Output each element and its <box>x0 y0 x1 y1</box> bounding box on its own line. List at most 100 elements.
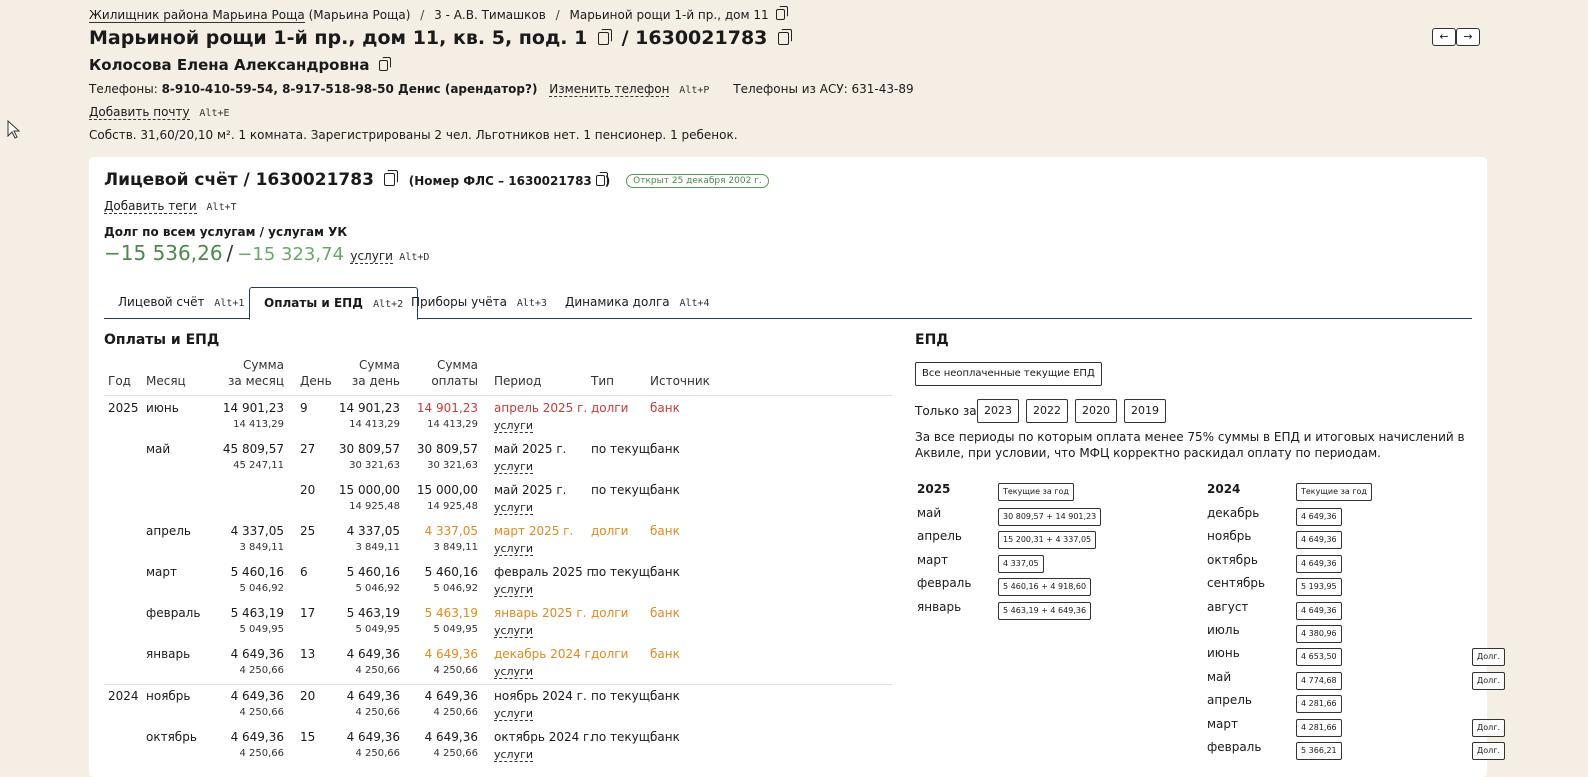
epd-month-button[interactable]: 4 649,36 <box>1296 554 1342 573</box>
cell-sum-day: 14 901,23 <box>338 401 400 415</box>
cell-sum-month: 5 463,19 <box>230 606 284 620</box>
epd-month-button[interactable]: 5 460,16 + 4 918,60 <box>998 578 1092 597</box>
epd-month-button[interactable]: 4 337,05 <box>998 554 1044 573</box>
cell-day: 6 <box>300 565 308 579</box>
cell-sum-day-uk: 4 250,66 <box>355 707 400 718</box>
year-button-2023[interactable]: 2023 <box>977 399 1019 423</box>
unpaid-epd-button[interactable]: Все неоплаченные текущие ЕПД <box>915 362 1102 386</box>
cell-sum-day: 5 460,16 <box>346 565 400 579</box>
cell-sum-month: 5 460,16 <box>230 565 284 579</box>
cell-type: по текущ. <box>591 689 654 703</box>
epd-month-button[interactable]: 4 653,50 <box>1296 648 1342 667</box>
debt-values: −15 536,26/−15 323,74 услуги Alt+D <box>104 241 429 265</box>
cell-services-link[interactable]: услуги <box>494 707 534 721</box>
year-button-2020[interactable]: 2020 <box>1075 399 1117 423</box>
cell-sum-month: 4 337,05 <box>230 524 284 538</box>
epd-month-label: июль <box>1207 623 1240 637</box>
epd-month-button[interactable]: 5 366,21 <box>1296 742 1342 760</box>
cell-period: январь 2025 г. <box>494 606 587 620</box>
epd-month-label: март <box>917 552 949 567</box>
fls-number: (Номер ФЛС – 1630021783) <box>409 172 610 188</box>
breadcrumb-building[interactable]: Марьиной рощи 1-й пр., дом 11 <box>569 8 768 22</box>
cell-sum-pay: 30 809,57 <box>416 442 478 456</box>
epd-year-column: 2024 Текущие за год декабрь 4 649,36 ноябр… <box>1207 482 1506 760</box>
copy-icon[interactable] <box>378 57 391 71</box>
epd-month-label: январь <box>917 599 962 614</box>
cell-month: январь <box>146 647 191 661</box>
phones-line: Телефоны: 8-910-410-59-54, 8-917-518-98-… <box>89 82 914 97</box>
copy-icon[interactable] <box>595 172 608 186</box>
prev-button[interactable]: ← <box>1432 28 1456 46</box>
epd-month-label: апрель <box>917 529 962 544</box>
copy-icon[interactable] <box>598 29 612 45</box>
next-button[interactable]: → <box>1456 28 1480 46</box>
cell-sum-month: 45 809,57 <box>222 442 284 456</box>
change-phone-link[interactable]: Изменить телефон <box>549 82 670 97</box>
col-sum-pay-line1: Сумма <box>437 358 478 372</box>
current-year-button[interactable]: Текущие за год <box>1296 483 1372 501</box>
cell-services-link[interactable]: услуги <box>494 460 534 474</box>
cell-services-link[interactable]: услуги <box>494 624 534 638</box>
year-button-2019[interactable]: 2019 <box>1124 399 1166 423</box>
epd-note: За все периоды по которым оплата менее 7… <box>915 430 1465 460</box>
cell-month: май <box>146 442 171 456</box>
epd-month-button[interactable]: 4 649,36 <box>1296 531 1342 550</box>
epd-month-button[interactable]: 4 281,66 <box>1296 718 1342 737</box>
epd-month-button[interactable]: 5 193,95 <box>1296 578 1342 597</box>
cell-sum-month: 4 649,36 <box>230 647 284 661</box>
cell-services-link[interactable]: услуги <box>494 501 534 515</box>
cell-month: июнь <box>146 401 179 415</box>
cell-sum-pay-uk: 5 049,95 <box>433 624 478 635</box>
tab-account[interactable]: Лицевой счёт Alt+1 <box>104 287 258 317</box>
breadcrumb-manager[interactable]: 3 - А.В. Тимашков <box>434 8 546 22</box>
year-button-2022[interactable]: 2022 <box>1026 399 1068 423</box>
copy-icon[interactable] <box>383 170 398 186</box>
epd-month-label: февраль <box>1207 740 1262 754</box>
cell-services-link[interactable]: услуги <box>494 583 534 597</box>
epd-month-button[interactable]: 4 281,66 <box>1296 695 1342 714</box>
debt-button[interactable]: Долг. <box>1472 718 1506 737</box>
debt-button[interactable]: Долг. <box>1472 648 1506 667</box>
only-for-label: Только за <box>915 404 977 418</box>
tab-payments[interactable]: Оплаты и ЕПД Alt+2 <box>249 287 419 320</box>
debt-label: Долг по всем услугам / услугам УК <box>104 225 348 239</box>
cell-services-link[interactable]: услуги <box>494 542 534 556</box>
debt-services-link[interactable]: услуги <box>350 249 393 264</box>
add-email-hotkey: Alt+E <box>199 108 230 119</box>
cell-sum-pay-uk: 5 046,92 <box>433 583 478 594</box>
epd-month-label: октябрь <box>1207 552 1258 567</box>
cell-sum-month-uk: 4 250,66 <box>239 707 284 718</box>
phones-value: 8-910-410-59-54, 8-917-518-98-50 Денис (… <box>161 82 538 96</box>
col-sum-day: Сумма за день <box>320 357 400 389</box>
cell-services-link[interactable]: услуги <box>494 665 534 679</box>
tab-meters[interactable]: Приборы учёта Alt+3 <box>397 287 561 317</box>
copy-icon[interactable] <box>778 29 793 45</box>
cell-sum-pay-uk: 3 849,11 <box>433 542 478 553</box>
debt-button[interactable]: Долг. <box>1472 671 1506 690</box>
epd-month-button[interactable]: 4 649,36 <box>1296 508 1342 526</box>
epd-month-button[interactable]: 30 809,57 + 14 901,23 <box>998 508 1102 526</box>
copy-icon[interactable] <box>776 6 789 20</box>
add-tags-link[interactable]: Добавить теги <box>104 199 197 214</box>
cell-day: 17 <box>300 606 316 620</box>
current-year-button[interactable]: Текущие за год <box>998 483 1074 501</box>
col-sum-month: Сумма за месяц <box>204 357 284 389</box>
cell-day: 27 <box>300 442 316 456</box>
debt-button[interactable]: Долг. <box>1472 742 1506 760</box>
breadcrumb-org-link[interactable]: Жилищник района Марьина Роща <box>89 8 305 23</box>
cell-sum-month-uk: 5 046,92 <box>239 583 284 594</box>
cell-period: февраль 2025 г. <box>494 565 597 579</box>
add-email-link[interactable]: Добавить почту <box>89 105 190 120</box>
epd-month-button[interactable]: 5 463,19 + 4 649,36 <box>998 601 1092 620</box>
epd-month-label: апрель <box>1207 693 1252 708</box>
epd-month-button[interactable]: 4 380,96 <box>1296 625 1342 643</box>
cell-services-link[interactable]: услуги <box>494 419 534 433</box>
col-type: Тип <box>591 374 614 388</box>
epd-month-button[interactable]: 4 649,36 <box>1296 601 1342 620</box>
cell-services-link[interactable]: услуги <box>494 748 534 762</box>
cell-type: долги <box>591 401 629 415</box>
header-divider <box>104 395 892 396</box>
epd-month-button[interactable]: 15 200,31 + 4 337,05 <box>998 531 1097 550</box>
tab-debt-dynamics[interactable]: Динамика долга Alt+4 <box>551 287 724 317</box>
epd-month-button[interactable]: 4 774,68 <box>1296 671 1342 690</box>
